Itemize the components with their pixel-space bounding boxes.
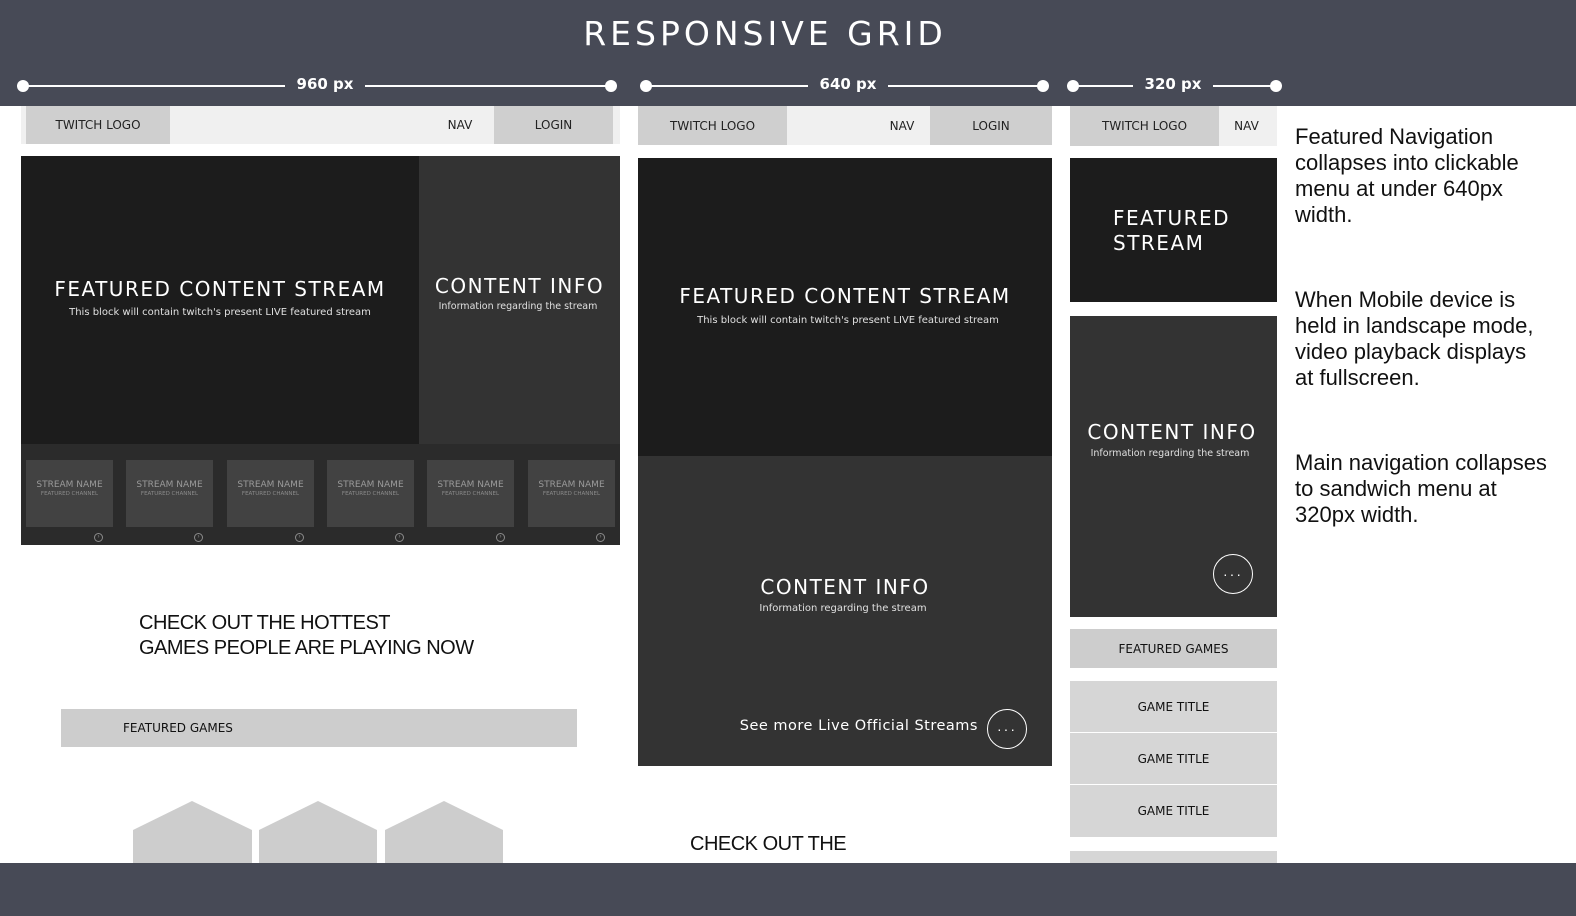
game-title-item[interactable]: GAME TITLE — [1070, 785, 1277, 837]
page-title: RESPONSIVE GRID — [583, 14, 947, 53]
note-line: collapses into clickable — [1295, 150, 1519, 175]
featured-stream-title-640: FEATURED CONTENT STREAM — [679, 284, 1011, 308]
hot-games-heading-line1: CHECK OUT THE HOTTEST — [139, 612, 391, 634]
stream-thumbnail-name: STREAM NAME — [337, 480, 404, 490]
stream-thumbnail-channel: FEATURED CHANNEL — [542, 491, 601, 497]
stream-thumbnail-name: STREAM NAME — [538, 480, 605, 490]
featured-stream-title-320: FEATURED STREAM — [1113, 206, 1263, 256]
ruler-640-label: 640 px — [819, 75, 877, 93]
ruler-640-line-left — [646, 85, 808, 87]
note-line: 320px width. — [1295, 502, 1419, 527]
stream-thumbnail-name: STREAM NAME — [237, 480, 304, 490]
game-tile[interactable] — [385, 801, 503, 863]
content-info-title-320: CONTENT INFO — [1087, 420, 1257, 444]
featured-stream-subtitle-640: This block will contain twitch's present… — [697, 315, 999, 326]
hot-games-heading-line2: GAMES PEOPLE ARE PLAYING NOW — [139, 637, 474, 659]
note-line: Featured Navigation — [1295, 124, 1494, 149]
nav-link-960[interactable]: NAV — [430, 106, 490, 144]
featured-stream-subtitle-960: This block will contain twitch's present… — [69, 307, 371, 318]
see-more-streams-link[interactable]: See more Live Official Streams — [720, 718, 978, 734]
twitch-logo-960[interactable]: TWITCH LOGO — [26, 106, 170, 144]
nav-menu-320[interactable]: NAV — [1219, 106, 1274, 146]
featured-stream-title-line2: STREAM — [1113, 231, 1205, 255]
arrow-circle-icon[interactable]: › — [596, 533, 605, 542]
note-line: menu at under 640px — [1295, 176, 1503, 201]
ruler-320-label: 320 px — [1144, 75, 1202, 93]
note-line: at fullscreen. — [1295, 365, 1420, 390]
ruler-640-end-dot — [1037, 80, 1049, 92]
game-title-item[interactable]: GAME TITLE — [1070, 681, 1277, 732]
note-line: held in landscape mode, — [1295, 313, 1534, 338]
stream-thumbnail[interactable]: STREAM NAME FEATURED CHANNEL — [26, 460, 113, 527]
arrow-circle-icon[interactable]: › — [395, 533, 404, 542]
arrow-circle-icon[interactable]: › — [94, 533, 103, 542]
note-main-navigation: Main navigation collapses to sandwich me… — [1295, 450, 1570, 528]
stream-thumbnail-channel: FEATURED CHANNEL — [40, 491, 99, 497]
stream-thumbnail-channel: FEATURED CHANNEL — [140, 491, 199, 497]
hot-games-heading-960: CHECK OUT THE HOTTEST GAMES PEOPLE ARE P… — [139, 611, 499, 661]
twitch-logo-320[interactable]: TWITCH LOGO — [1070, 106, 1219, 146]
ruler-960-label: 960 px — [296, 75, 354, 93]
stream-thumbnail-name: STREAM NAME — [36, 480, 103, 490]
game-title-item[interactable]: GAME TITLE — [1070, 733, 1277, 784]
note-featured-navigation: Featured Navigation collapses into click… — [1295, 124, 1565, 228]
content-info-960 — [419, 156, 620, 444]
ruler-320-line-left — [1073, 85, 1133, 87]
ruler-960-end-dot — [605, 80, 617, 92]
stream-thumbnail-name: STREAM NAME — [437, 480, 504, 490]
note-line: Main navigation collapses — [1295, 450, 1547, 475]
stream-thumbnail[interactable]: STREAM NAME FEATURED CHANNEL — [327, 460, 414, 527]
more-options-icon[interactable]: ··· — [987, 709, 1027, 749]
content-info-title-640: CONTENT INFO — [760, 575, 930, 599]
featured-stream-title-960: FEATURED CONTENT STREAM — [54, 277, 386, 301]
stream-thumbnail[interactable]: STREAM NAME FEATURED CHANNEL — [427, 460, 514, 527]
note-line: width. — [1295, 202, 1353, 227]
nav-link-640[interactable]: NAV — [872, 106, 932, 145]
game-title-item-partial — [1070, 851, 1277, 863]
login-button-640[interactable]: LOGIN — [930, 106, 1052, 145]
featured-stream-title-line1: FEATURED — [1113, 206, 1231, 230]
login-button-960[interactable]: LOGIN — [494, 106, 613, 144]
ruler-320-end-dot — [1270, 80, 1282, 92]
note-line: to sandwich menu at — [1295, 476, 1497, 501]
content-info-subtitle-960: Information regarding the stream — [438, 301, 598, 312]
stream-thumbnail-channel: FEATURED CHANNEL — [341, 491, 400, 497]
arrow-circle-icon[interactable]: › — [295, 533, 304, 542]
stream-thumbnail-channel: FEATURED CHANNEL — [441, 491, 500, 497]
ruler-960-line-left — [23, 85, 285, 87]
note-line: When Mobile device is — [1295, 287, 1516, 312]
game-tile[interactable] — [133, 801, 252, 863]
arrow-circle-icon[interactable]: › — [194, 533, 203, 542]
note-line: video playback displays — [1295, 339, 1527, 364]
note-landscape-mode: When Mobile device is held in landscape … — [1295, 287, 1570, 391]
content-info-subtitle-640: Information regarding the stream — [759, 603, 927, 614]
arrow-circle-icon[interactable]: › — [496, 533, 505, 542]
content-info-title-960: CONTENT INFO — [434, 274, 605, 298]
ruler-960-line-right — [365, 85, 611, 87]
stream-thumbnail[interactable]: STREAM NAME FEATURED CHANNEL — [227, 460, 314, 527]
more-options-icon[interactable]: ··· — [1213, 554, 1253, 594]
game-tiles-preview — [133, 801, 503, 863]
stream-thumbnail-channel: FEATURED CHANNEL — [241, 491, 300, 497]
game-tile[interactable] — [259, 801, 377, 863]
featured-games-bar-960[interactable]: FEATURED GAMES — [61, 709, 577, 747]
twitch-logo-640[interactable]: TWITCH LOGO — [638, 106, 787, 145]
content-info-subtitle-320: Information regarding the stream — [1090, 448, 1250, 459]
stream-thumbnail-name: STREAM NAME — [136, 480, 203, 490]
ruler-320-line-right — [1213, 85, 1273, 87]
featured-games-bar-320[interactable]: FEATURED GAMES — [1070, 629, 1277, 668]
footer-bar — [0, 863, 1576, 916]
hot-games-heading-640: CHECK OUT THE — [690, 833, 847, 855]
stream-thumbnail[interactable]: STREAM NAME FEATURED CHANNEL — [528, 460, 615, 527]
stream-thumbnail[interactable]: STREAM NAME FEATURED CHANNEL — [126, 460, 213, 527]
ruler-640-line-right — [888, 85, 1042, 87]
